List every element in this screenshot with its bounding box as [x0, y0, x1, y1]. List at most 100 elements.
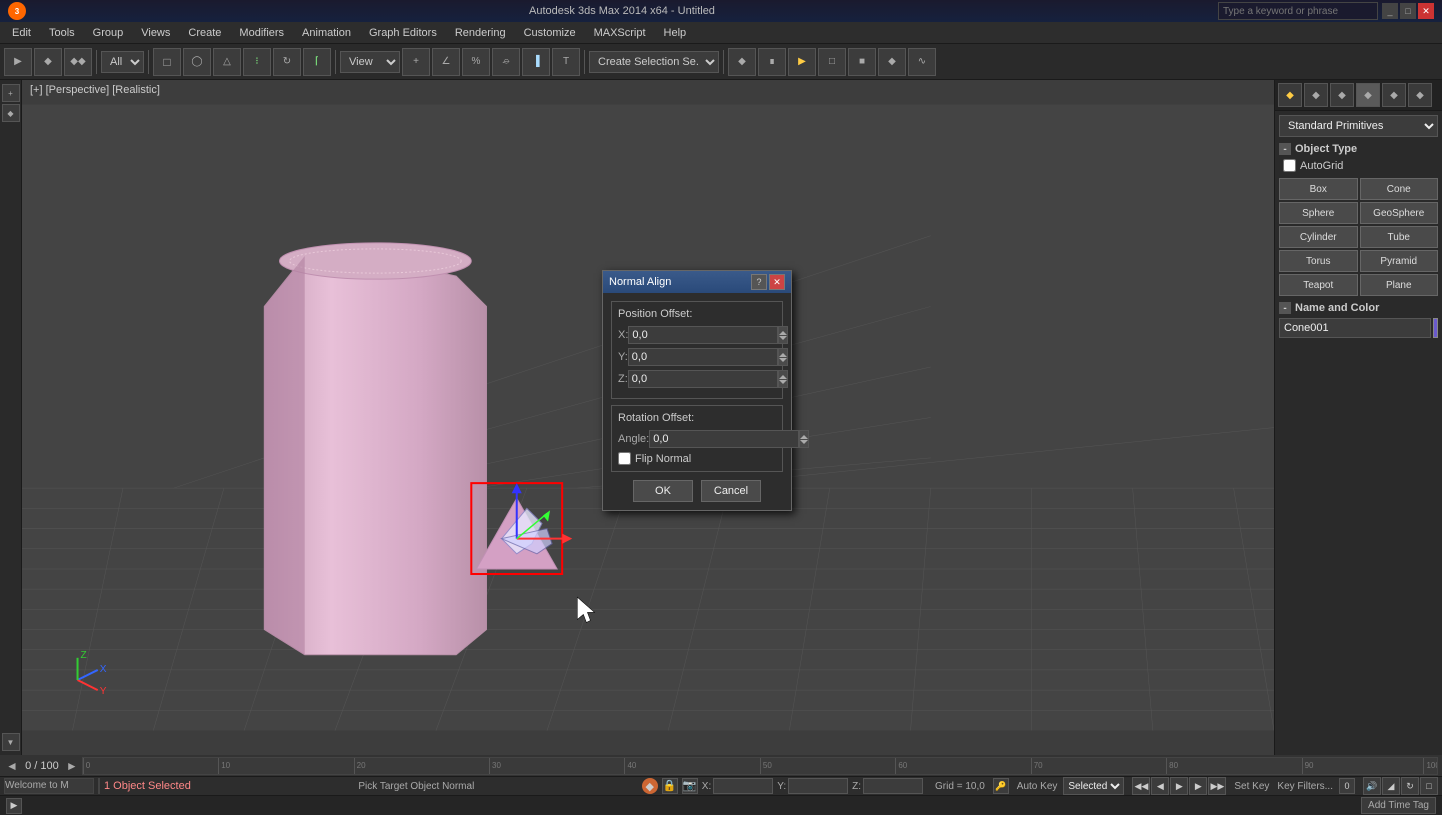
maximize-button[interactable]: □	[1400, 3, 1416, 19]
sidebar-modify-btn[interactable]: ◆	[2, 104, 20, 122]
minimize-button[interactable]: _	[1382, 3, 1398, 19]
toolbar-select-rect-btn[interactable]: □	[153, 48, 181, 76]
standard-primitives-dropdown[interactable]: Standard Primitives	[1279, 115, 1438, 137]
lock-key-icon[interactable]: 🔑	[993, 778, 1009, 794]
go-end-btn[interactable]: ▶▶	[1208, 777, 1226, 795]
menu-views[interactable]: Views	[133, 25, 178, 41]
nav-orbit-btn[interactable]: ↻	[1401, 777, 1419, 795]
toolbar-curve-btn[interactable]: ∿	[908, 48, 936, 76]
dialog-help-button[interactable]: ?	[751, 274, 767, 290]
y-coord-input[interactable]	[788, 778, 848, 794]
flip-normal-checkbox[interactable]	[618, 452, 631, 465]
menu-maxscript[interactable]: MAXScript	[586, 25, 654, 41]
toolbar-quick-render-btn[interactable]: ■	[848, 48, 876, 76]
selected-dropdown[interactable]: Selected	[1063, 777, 1124, 795]
camera-icon[interactable]: 📷	[682, 778, 698, 794]
rp-tab-motion[interactable]: ◆	[1356, 83, 1380, 107]
timeline-back-icon[interactable]: ▶	[6, 798, 22, 814]
sphere-button[interactable]: Sphere	[1279, 202, 1358, 224]
menu-graph-editors[interactable]: Graph Editors	[361, 25, 445, 41]
toolbar-select2-btn[interactable]: ◆	[34, 48, 62, 76]
cylinder-button[interactable]: Cylinder	[1279, 226, 1358, 248]
rp-tab-hierarchy[interactable]: ◆	[1330, 83, 1354, 107]
dialog-close-button[interactable]: ✕	[769, 274, 785, 290]
x-spinner[interactable]	[778, 326, 788, 344]
plane-button[interactable]: Plane	[1360, 274, 1439, 296]
geosphere-button[interactable]: GeoSphere	[1360, 202, 1439, 224]
toolbar-spinner-btn[interactable]: ⌮	[492, 48, 520, 76]
menu-animation[interactable]: Animation	[294, 25, 359, 41]
frame-number-input-area[interactable]: 0	[1339, 778, 1355, 794]
timeline-track[interactable]: 0 10 20 30 40 50 60 70 80 90 100	[82, 757, 1438, 775]
menu-rendering[interactable]: Rendering	[447, 25, 514, 41]
x-input[interactable]	[628, 326, 778, 344]
pyramid-button[interactable]: Pyramid	[1360, 250, 1439, 272]
z-spinner[interactable]	[778, 370, 788, 388]
z-input[interactable]	[628, 370, 778, 388]
timeline-prev-btn[interactable]: ◄	[4, 759, 20, 773]
close-button[interactable]: ✕	[1418, 3, 1434, 19]
teapot-button[interactable]: Teapot	[1279, 274, 1358, 296]
menu-create[interactable]: Create	[180, 25, 229, 41]
nav-zoom-btn[interactable]: ◢	[1382, 777, 1400, 795]
menu-customize[interactable]: Customize	[516, 25, 584, 41]
sidebar-create-btn[interactable]: +	[2, 84, 20, 102]
rp-tab-modify[interactable]: ◆	[1304, 83, 1328, 107]
add-time-tag-button[interactable]: Add Time Tag	[1361, 797, 1436, 814]
toolbar-rotate-btn[interactable]: ↻	[273, 48, 301, 76]
box-button[interactable]: Box	[1279, 178, 1358, 200]
filter-dropdown[interactable]: All	[101, 51, 144, 73]
object-type-collapse-btn[interactable]: -	[1279, 143, 1291, 155]
toolbar-array-btn[interactable]: ∎	[758, 48, 786, 76]
menu-help[interactable]: Help	[656, 25, 695, 41]
toolbar-select3-btn[interactable]: ◆◆	[64, 48, 92, 76]
z-coord-input[interactable]	[863, 778, 923, 794]
toolbar-select-fence-btn[interactable]: △	[213, 48, 241, 76]
rp-tab-utilities[interactable]: ◆	[1408, 83, 1432, 107]
menu-modifiers[interactable]: Modifiers	[231, 25, 292, 41]
rp-tab-display[interactable]: ◆	[1382, 83, 1406, 107]
toolbar-select-btn[interactable]: ▶	[4, 48, 32, 76]
create-selection-dropdown[interactable]: Create Selection Se...	[589, 51, 719, 73]
angle-spinner[interactable]	[799, 430, 809, 448]
toolbar-scale-btn[interactable]: ⌈	[303, 48, 331, 76]
toolbar-percent-snap-btn[interactable]: %	[462, 48, 490, 76]
toolbar-move-btn[interactable]: ⁝	[243, 48, 271, 76]
rp-tab-create[interactable]: ◆	[1278, 83, 1302, 107]
angle-input[interactable]	[649, 430, 799, 448]
tube-button[interactable]: Tube	[1360, 226, 1439, 248]
sidebar-scroll-down-btn[interactable]: ▼	[2, 733, 20, 751]
go-start-btn[interactable]: ◀◀	[1132, 777, 1150, 795]
normal-align-dialog[interactable]: Normal Align ? ✕ Position Offset: X:	[602, 270, 792, 511]
ok-button[interactable]: OK	[633, 480, 693, 502]
y-spinner[interactable]	[778, 348, 788, 366]
autogrid-checkbox[interactable]	[1283, 159, 1296, 172]
torus-button[interactable]: Torus	[1279, 250, 1358, 272]
y-input[interactable]	[628, 348, 778, 366]
menu-edit[interactable]: Edit	[4, 25, 39, 41]
next-frame-btn[interactable]: ▶	[1189, 777, 1207, 795]
nav-maximize-btn[interactable]: □	[1420, 777, 1438, 795]
toolbar-align-btn[interactable]: ▐	[522, 48, 550, 76]
cone-button[interactable]: Cone	[1360, 178, 1439, 200]
x-coord-input[interactable]	[713, 778, 773, 794]
toolbar-select-circle-btn[interactable]: ◯	[183, 48, 211, 76]
nav-pan-btn[interactable]: 🔊	[1363, 777, 1381, 795]
cancel-button[interactable]: Cancel	[701, 480, 761, 502]
toolbar-render-btn[interactable]: ▶	[788, 48, 816, 76]
toolbar-angle-snap-btn[interactable]: ∠	[432, 48, 460, 76]
menu-tools[interactable]: Tools	[41, 25, 83, 41]
toolbar-text-btn[interactable]: T	[552, 48, 580, 76]
dialog-titlebar[interactable]: Normal Align ? ✕	[603, 271, 791, 293]
toolbar-render2-btn[interactable]: □	[818, 48, 846, 76]
search-input[interactable]	[1218, 2, 1378, 20]
color-swatch-button[interactable]	[1433, 318, 1438, 338]
prev-frame-btn[interactable]: ◀	[1151, 777, 1169, 795]
play-btn[interactable]: ▶	[1170, 777, 1188, 795]
viewport[interactable]: [+] [Perspective] [Realistic]	[22, 80, 1274, 755]
toolbar-mat-btn[interactable]: ◆	[878, 48, 906, 76]
object-name-input[interactable]	[1279, 318, 1431, 338]
toolbar-snap-btn[interactable]: +	[402, 48, 430, 76]
name-color-collapse-btn[interactable]: -	[1279, 302, 1291, 314]
timeline-next-btn[interactable]: ►	[64, 759, 80, 773]
